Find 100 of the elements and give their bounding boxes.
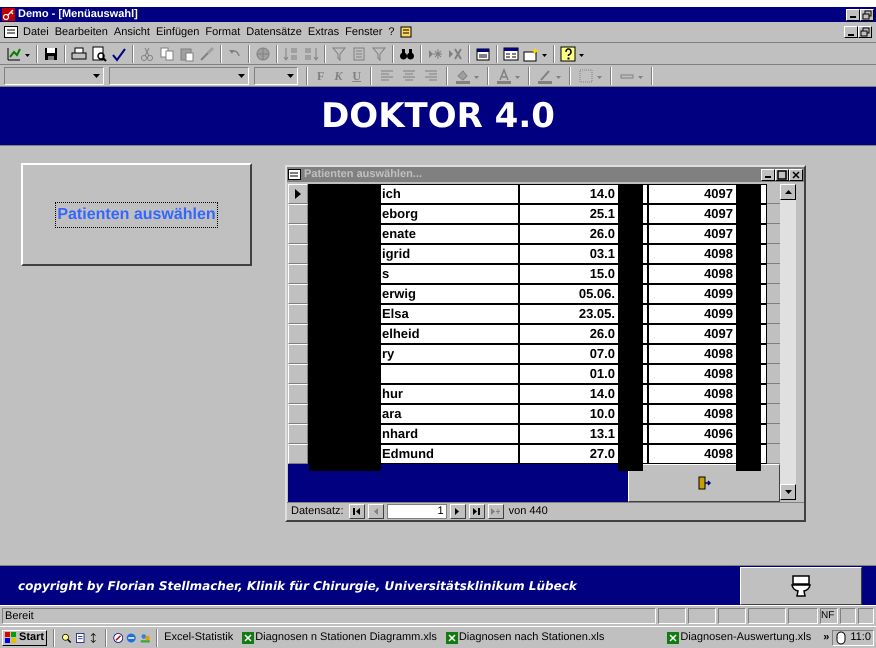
maximize-button[interactable] [775,168,789,181]
scroll-down-button[interactable] [780,484,796,500]
minimize-button[interactable] [844,26,858,38]
close-icon [791,170,801,180]
dropdown-arrow-icon [238,74,245,78]
line-color-icon[interactable] [537,68,554,84]
toilet-button[interactable] [740,566,862,604]
menu-item[interactable]: Ansicht [110,26,153,38]
save-icon[interactable] [43,46,59,62]
status-panel [658,608,686,624]
fill-color-icon[interactable] [455,68,472,84]
new-record-button[interactable] [488,504,504,520]
notebook-icon[interactable] [400,26,412,38]
minimize-icon [848,34,854,36]
first-record-button[interactable] [348,504,365,520]
next-record-button[interactable] [450,504,466,520]
more-tasks-button[interactable]: » [823,629,830,646]
preview-icon[interactable] [91,46,107,62]
minimize-icon [765,176,771,178]
taskbar-button[interactable]: Diagnosen n Stationen Diagramm.xls [242,632,437,644]
printer-icon[interactable] [71,46,87,62]
form-icon[interactable] [351,46,367,62]
minimize-button[interactable] [761,168,775,181]
app-title: DOKTOR 4.0 [321,99,555,133]
dropdown-field[interactable] [254,66,298,84]
status-panel [748,608,786,624]
mouse-icon[interactable] [835,630,848,644]
vertical-scrollbar[interactable] [780,184,796,500]
font-color-icon[interactable] [496,68,512,84]
scissors-icon[interactable] [139,46,155,62]
clock: 11:0 [850,630,871,646]
dropdown-field[interactable] [109,66,249,84]
align-right-icon[interactable] [423,68,440,84]
last-record-button[interactable] [468,504,485,520]
menu-item[interactable]: ? [385,26,398,38]
copyright-text: copyright by Florian Stellmacher, Klinik für Chirurgie, Universitätsklinikum Lübeck [17,578,578,594]
row-selector[interactable] [288,184,308,204]
spreadsheet-icon [242,632,254,644]
filter-icon[interactable] [331,46,347,62]
document-icon[interactable] [74,630,86,644]
menu-item[interactable]: Bearbeiten [52,26,111,38]
menu-item[interactable]: Datei [20,26,52,38]
globe-icon[interactable] [255,46,271,62]
menu-item[interactable]: Einfügen [152,26,202,38]
brush-icon[interactable] [199,46,215,62]
align-left-icon[interactable] [379,68,396,84]
start-button[interactable]: Start [2,630,48,646]
status-panel [840,608,856,624]
exit-button[interactable] [628,464,780,502]
restore-button[interactable] [858,26,872,38]
menu-item[interactable]: Extras [304,26,342,38]
window-title: Demo - [Menüauswahl] [18,9,138,20]
close-button[interactable] [789,168,803,181]
paste-icon[interactable] [179,46,195,62]
copy-icon[interactable] [159,46,175,62]
up-arrow-icon [784,190,792,194]
previous-record-button[interactable] [368,504,384,520]
record-of-label: von [508,504,526,520]
sort-ascending-icon[interactable] [283,46,299,62]
windows-flag-icon [5,632,17,643]
minimize-button[interactable] [846,8,860,20]
align-center-icon[interactable] [401,68,418,84]
menu-item[interactable]: Fenster [342,26,386,38]
taskbar-button[interactable]: Diagnosen-Auswertung.xls [667,632,812,644]
first-record-icon [352,508,362,516]
spellcheck-icon[interactable] [111,46,127,62]
scroll-up-button[interactable] [780,184,796,200]
maximize-icon [777,170,787,180]
menu-item[interactable]: Datensätze [243,26,305,38]
database-window-icon[interactable] [503,46,519,62]
row-selector[interactable] [288,444,308,464]
door-exit-icon [697,476,711,490]
down-arrow-icon [784,490,792,494]
properties-icon[interactable] [475,46,491,62]
status-panel [718,608,746,624]
dropdown-field[interactable] [4,66,104,84]
sort-descending-icon[interactable] [303,46,319,62]
filter-icon[interactable] [371,46,387,62]
status-indicator: NF [820,608,838,624]
delete-record-icon[interactable] [447,46,463,62]
taskbar-button[interactable]: Excel-Statistik [164,632,234,643]
border-icon[interactable] [578,68,594,84]
menu-item[interactable]: Format [202,26,244,38]
current-row-icon [295,189,301,200]
record-number-field[interactable]: 1 [386,504,447,520]
chart-icon[interactable] [6,46,22,62]
form-icon [288,169,301,180]
new-object-icon[interactable] [523,46,539,62]
spreadsheet-icon [446,632,458,644]
window-title: Patienten auswählen... [304,169,422,180]
status-panel [788,608,818,624]
taskbar-button[interactable]: Diagnosen nach Stationen.xls [446,632,604,644]
minimize-icon [850,16,856,18]
last-record-icon [472,508,482,516]
form-menu-icon[interactable] [4,26,18,38]
toilet-icon [791,574,811,596]
help-icon[interactable] [560,46,576,62]
record-label: Datensatz: [291,504,344,520]
restore-button[interactable] [860,8,874,20]
dropdown-arrow-icon [93,74,100,78]
